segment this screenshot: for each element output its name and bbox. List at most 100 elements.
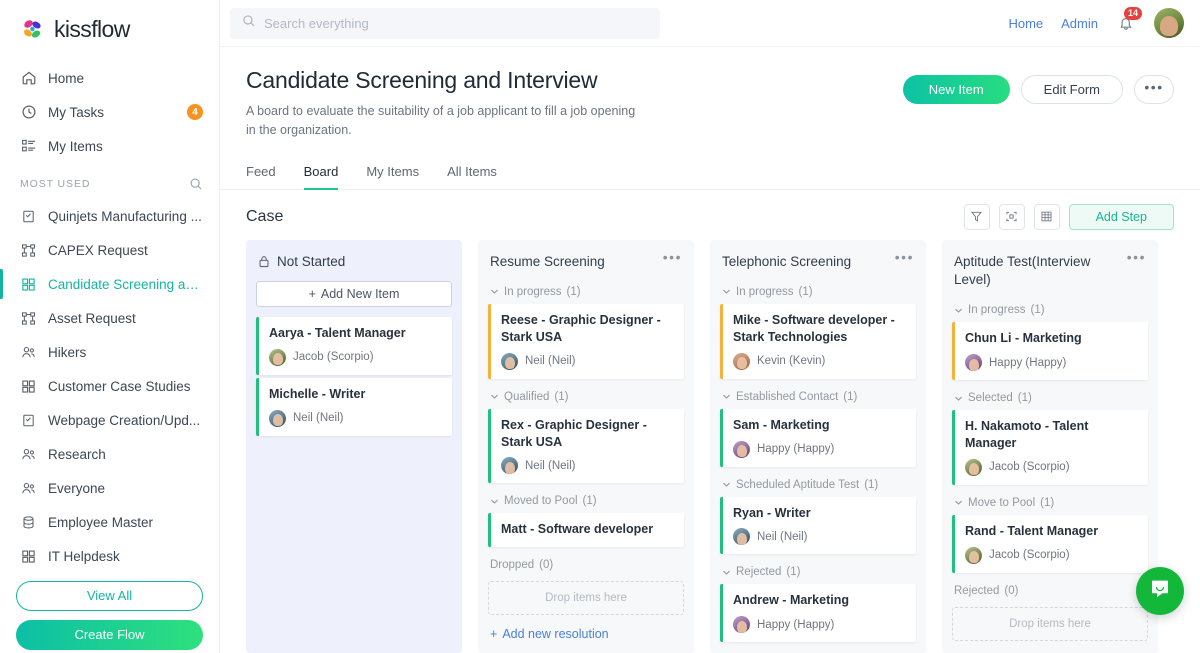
notifications-button[interactable]: 14 xyxy=(1116,7,1143,33)
group-header-moved-to-pool[interactable]: Moved to Pool (1) xyxy=(488,486,684,513)
group-header-in-progress[interactable]: In progress (1) xyxy=(488,277,684,304)
card-title: Mike - Software developer - Stark Techno… xyxy=(733,312,895,344)
sidebar-primary-nav: Home My Tasks 4 My Items xyxy=(0,57,219,163)
group-label: Selected xyxy=(968,392,1013,405)
page-actions: New Item Edit Form ••• xyxy=(902,75,1174,104)
card-assignee: Jacob (Scorpio) xyxy=(965,546,1138,564)
main-area: Home Admin 14 Candidate Screening and In… xyxy=(220,0,1200,653)
group-header-rejected[interactable]: Rejected (0) xyxy=(952,576,1148,603)
add-new-resolution-button[interactable]: + Add new resolution xyxy=(720,645,916,653)
board-card[interactable]: Andrew - Marketing Happy (Happy) xyxy=(720,584,916,643)
column-title: Telephonic Screening xyxy=(722,253,852,269)
brand-logo[interactable]: kissflow xyxy=(0,0,219,57)
sidebar-item-my-tasks[interactable]: My Tasks 4 xyxy=(0,95,219,129)
drop-zone[interactable]: Drop items here xyxy=(488,581,684,616)
my-tasks-badge: 4 xyxy=(187,104,203,120)
group-header-selected[interactable]: Selected (1) xyxy=(952,383,1148,410)
table-view-icon[interactable] xyxy=(1033,203,1060,230)
add-step-button[interactable]: Add Step xyxy=(1068,203,1174,230)
sidebar-search-icon[interactable] xyxy=(189,177,203,191)
board-columns: Not Started + Add New Item Aarya - Talen… xyxy=(246,239,1174,653)
sidebar-item-asset-request[interactable]: Asset Request xyxy=(0,301,219,335)
group-count: (1) xyxy=(1030,304,1045,317)
column-menu-button[interactable]: ••• xyxy=(663,250,682,264)
sidebar-item-everyone[interactable]: Everyone xyxy=(0,471,219,505)
group-header-established-contact[interactable]: Established Contact (1) xyxy=(720,382,916,409)
filter-icon[interactable] xyxy=(963,203,990,230)
card-title: H. Nakamoto - Talent Manager xyxy=(965,419,1089,450)
top-link-home[interactable]: Home xyxy=(1008,16,1043,31)
sidebar-item-capex-request[interactable]: CAPEX Request xyxy=(0,233,219,267)
board-card[interactable]: Rex - Graphic Designer - Stark USA Neil … xyxy=(488,408,684,484)
add-new-resolution-button[interactable]: + Add new resolution xyxy=(488,615,684,645)
board-card[interactable]: Ryan - Writer Neil (Neil) xyxy=(720,496,916,555)
board-column-resume-screening: Resume Screening ••• In progress (1) Ree… xyxy=(478,239,694,653)
group-header-qualified[interactable]: Qualified (1) xyxy=(488,382,684,409)
sidebar-item-candidate-screening[interactable]: Candidate Screening an... xyxy=(0,267,219,301)
group-header-in-progress[interactable]: In progress (1) xyxy=(720,277,916,304)
global-search[interactable] xyxy=(230,7,660,39)
board-card[interactable]: Chun Li - Marketing Happy (Happy) xyxy=(952,322,1148,381)
brand-name: kissflow xyxy=(54,16,130,42)
form-icon xyxy=(20,412,37,429)
board-card[interactable]: Michelle - Writer Neil (Neil) xyxy=(256,377,452,436)
sidebar-item-research[interactable]: Research xyxy=(0,437,219,471)
user-avatar[interactable] xyxy=(1154,8,1184,38)
board-column-not-started: Not Started + Add New Item Aarya - Talen… xyxy=(246,239,462,653)
group-header-in-progress[interactable]: In progress (1) xyxy=(952,295,1148,322)
sidebar-item-my-items[interactable]: My Items xyxy=(0,129,219,163)
sidebar-item-home[interactable]: Home xyxy=(0,61,219,95)
new-item-button[interactable]: New Item xyxy=(902,75,1010,104)
tab-my-items[interactable]: My Items xyxy=(366,164,419,190)
search-input[interactable] xyxy=(264,15,648,31)
view-all-button[interactable]: View All xyxy=(16,581,203,611)
sidebar-item-customer-case-studies[interactable]: Customer Case Studies xyxy=(0,369,219,403)
create-flow-button[interactable]: Create Flow xyxy=(16,620,203,650)
sidebar-item-employee-master[interactable]: Employee Master xyxy=(0,505,219,539)
tab-board[interactable]: Board xyxy=(303,164,339,190)
board-card[interactable]: Rand - Talent Manager Jacob (Scorpio) xyxy=(952,514,1148,573)
chat-widget-button[interactable] xyxy=(1136,567,1184,615)
assignee-avatar xyxy=(269,348,286,366)
page-description: A board to evaluate the suitability of a… xyxy=(246,104,636,138)
group-header-scheduled-aptitude-test[interactable]: Scheduled Aptitude Test (1) xyxy=(720,470,916,497)
sidebar-item-webpage-creation[interactable]: Webpage Creation/Upd... xyxy=(0,403,219,437)
board-card[interactable]: H. Nakamoto - Talent Manager Jacob (Scor… xyxy=(952,410,1148,485)
board-card[interactable]: Aarya - Talent Manager Jacob (Scorpio) xyxy=(256,316,452,375)
fullscreen-icon[interactable] xyxy=(998,203,1025,230)
process-icon xyxy=(20,310,37,327)
sidebar-item-it-helpdesk[interactable]: IT Helpdesk xyxy=(0,539,219,573)
add-new-resolution-button[interactable]: + Add new resolution xyxy=(952,641,1148,653)
assignee-name: Happy (Happy) xyxy=(757,443,835,456)
group-count: (1) xyxy=(582,495,597,508)
top-link-admin[interactable]: Admin xyxy=(1061,16,1098,31)
drop-zone[interactable]: Drop items here xyxy=(952,606,1148,641)
sidebar-item-hikers[interactable]: Hikers xyxy=(0,335,219,369)
column-menu-button[interactable]: ••• xyxy=(1127,250,1146,264)
assignee-avatar xyxy=(501,457,518,475)
sidebar-item-quinjets-manufacturing[interactable]: Quinjets Manufacturing ... xyxy=(0,199,219,233)
tab-all-items[interactable]: All Items xyxy=(447,164,497,190)
group-header-move-to-pool[interactable]: Move to Pool (1) xyxy=(952,488,1148,515)
assignee-avatar xyxy=(733,352,750,370)
column-menu-button[interactable]: ••• xyxy=(895,250,914,264)
more-options-button[interactable]: ••• xyxy=(1134,75,1174,104)
board-card[interactable]: Matt - Software developer xyxy=(488,513,684,548)
board-card[interactable]: Mike - Software developer - Stark Techno… xyxy=(720,303,916,379)
edit-form-button[interactable]: Edit Form xyxy=(1020,75,1123,104)
sidebar-item-label: IT Helpdesk xyxy=(48,548,120,564)
group-label: Rejected xyxy=(736,566,782,579)
group-count: (1) xyxy=(554,390,569,403)
group-label: Moved to Pool xyxy=(504,495,578,508)
assignee-name: Neil (Neil) xyxy=(525,355,576,368)
page-header: Candidate Screening and Interview A boar… xyxy=(220,47,1200,141)
tab-feed[interactable]: Feed xyxy=(246,164,276,190)
group-header-rejected[interactable]: Rejected (1) xyxy=(720,557,916,584)
add-new-item-button[interactable]: + Add New Item xyxy=(256,280,452,307)
board-column-telephonic-screening: Telephonic Screening ••• In progress (1)… xyxy=(710,239,926,653)
group-header-dropped[interactable]: Dropped (0) xyxy=(488,550,684,577)
board-card[interactable]: Reese - Graphic Designer - Stark USA Nei… xyxy=(488,303,684,379)
board-card[interactable]: Sam - Marketing Happy (Happy) xyxy=(720,408,916,467)
card-title: Ryan - Writer xyxy=(733,505,811,520)
add-new-item-label: Add New Item xyxy=(320,286,400,301)
